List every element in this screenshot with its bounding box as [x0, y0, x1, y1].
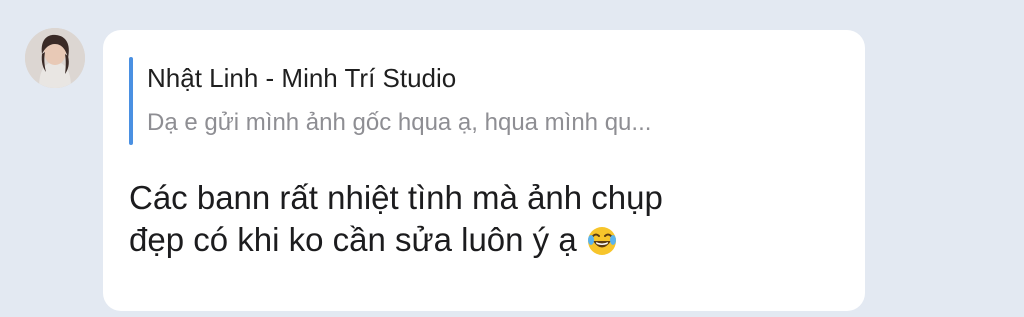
- message-text-line: Các bann rất nhiệt tình mà ảnh chụp: [129, 179, 663, 216]
- reply-accent-bar: [129, 57, 133, 145]
- reply-quote[interactable]: Nhật Linh - Minh Trí Studio Dạ e gửi mìn…: [129, 57, 829, 145]
- message-bubble[interactable]: Nhật Linh - Minh Trí Studio Dạ e gửi mìn…: [103, 30, 865, 311]
- message-text-line-with-emoji: đẹp có khi ko cần sửa luôn ý ạ: [129, 219, 829, 261]
- face-with-tears-of-joy-emoji-icon: [587, 227, 616, 255]
- message-text: Các bann rất nhiệt tình mà ảnh chụp đẹp …: [129, 177, 829, 261]
- avatar[interactable]: [25, 28, 85, 88]
- user-avatar-photo-icon: [25, 28, 85, 88]
- message-text-line: đẹp có khi ko cần sửa luôn ý ạ: [129, 221, 577, 258]
- reply-sender-name: Nhật Linh - Minh Trí Studio: [147, 63, 457, 93]
- reply-snippet: Dạ e gửi mình ảnh gốc hqua ạ, hqua mình …: [147, 109, 652, 136]
